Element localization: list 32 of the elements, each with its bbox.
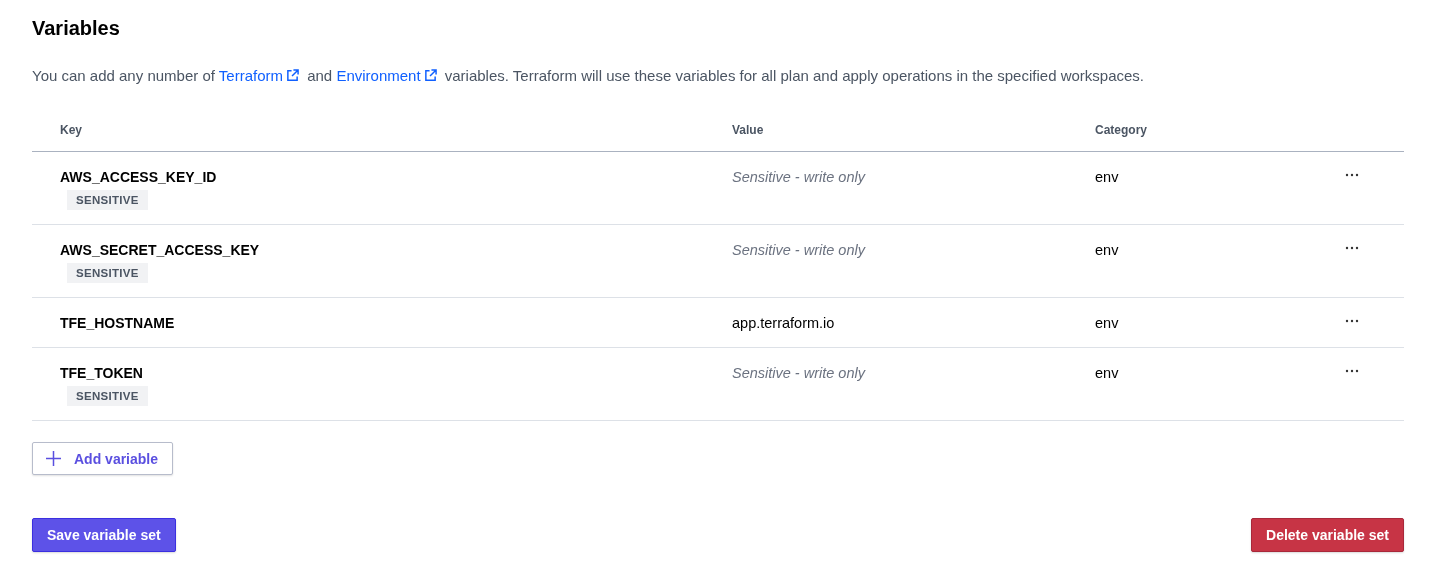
variable-key: AWS_SECRET_ACCESS_KEY: [60, 240, 260, 260]
save-button[interactable]: Save variable set: [32, 518, 176, 552]
link[interactable]: Terraform: [218, 67, 303, 84]
more-icon[interactable]: [1345, 319, 1359, 323]
variable-value: Sensitive - write only: [732, 241, 865, 260]
variable-value: Sensitive - write only: [732, 364, 865, 383]
column-header: Value: [732, 122, 764, 137]
variable-key: TFE_HOSTNAME: [60, 313, 175, 333]
variable-category: env: [1095, 241, 1119, 260]
more-icon[interactable]: [1345, 369, 1359, 373]
delete-button[interactable]: Delete variable set: [1251, 518, 1404, 552]
add-variable-button[interactable]: Add variable: [32, 442, 174, 475]
sensitive-tag: SENSITIVE: [67, 263, 148, 283]
external-link-icon: [286, 69, 299, 82]
sensitive-tag: SENSITIVE: [67, 190, 148, 210]
variable-key: TFE_TOKEN: [60, 363, 143, 383]
page-title: Variables: [32, 16, 121, 41]
external-link-icon: [423, 69, 437, 82]
variable-category: env: [1095, 168, 1119, 187]
link[interactable]: Environment: [336, 67, 441, 84]
variable-value: app.terraform.io: [732, 314, 835, 333]
more-icon[interactable]: [1345, 173, 1359, 177]
column-header: Key: [60, 122, 82, 137]
sensitive-tag: SENSITIVE: [67, 386, 148, 406]
variable-category: env: [1095, 364, 1119, 383]
plus-icon: [45, 450, 62, 467]
column-header: Category: [1095, 122, 1147, 137]
variable-category: env: [1095, 314, 1119, 333]
variable-key: AWS_ACCESS_KEY_ID: [60, 167, 217, 187]
variable-value: Sensitive - write only: [732, 168, 865, 187]
description: You can add any number of Terraform and Environment variables. Terraform will use these variables for all plan and apply operations in the specified workspaces.: [32, 66, 1145, 86]
more-icon[interactable]: [1345, 246, 1359, 250]
